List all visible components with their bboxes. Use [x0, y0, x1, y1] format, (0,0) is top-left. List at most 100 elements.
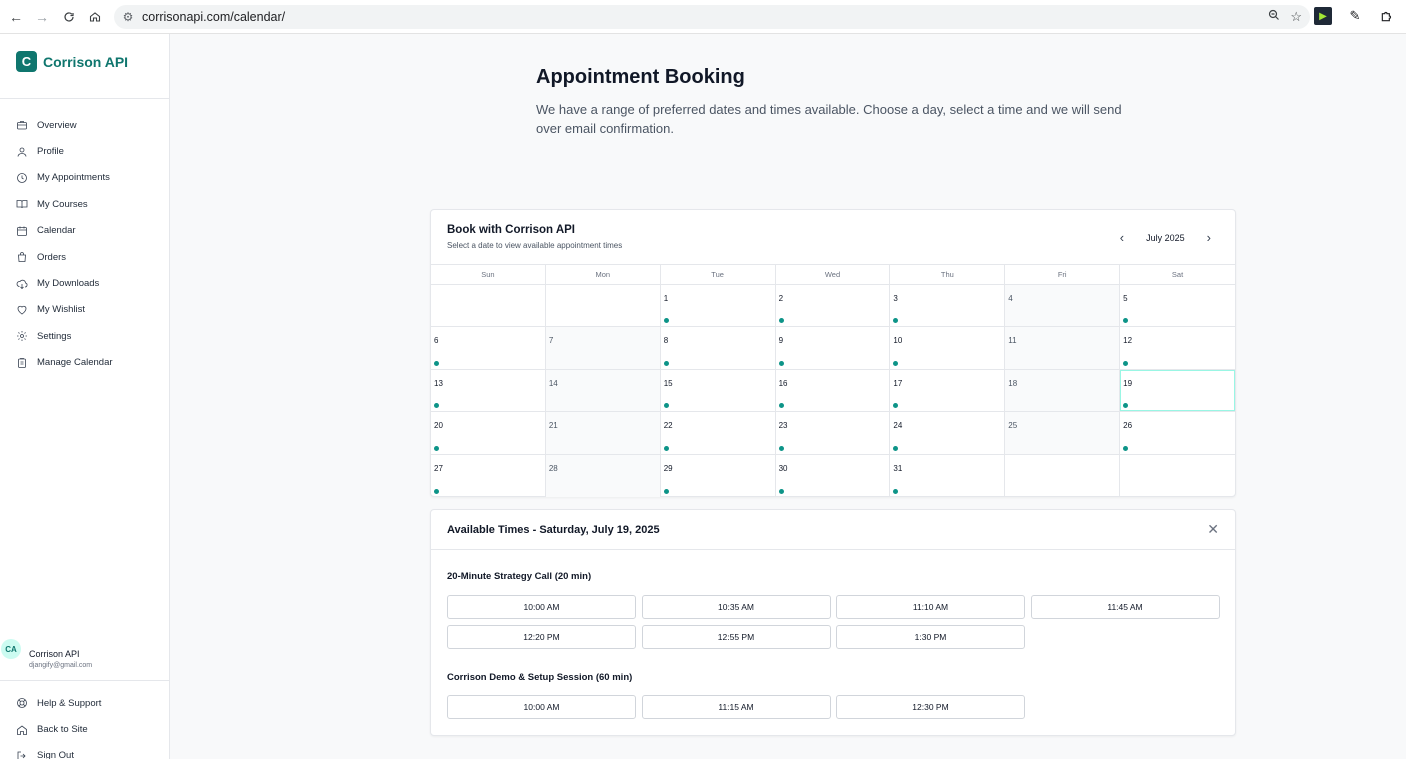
- bookmark-star-icon[interactable]: ☆: [1290, 9, 1302, 25]
- time-slot-button[interactable]: 11:15 AM: [641, 695, 831, 719]
- calendar-day[interactable]: 30: [776, 454, 891, 497]
- day-number: 9: [778, 336, 784, 346]
- calendar-day[interactable]: 3: [890, 285, 1006, 327]
- calendar-day[interactable]: 17: [890, 369, 1006, 412]
- calendar-day[interactable]: 16: [776, 369, 891, 412]
- weekday-label: Mon: [546, 265, 661, 285]
- calendar-day[interactable]: 15: [661, 369, 776, 412]
- heart-icon: [17, 305, 27, 315]
- sidebar-item-orders[interactable]: Orders: [16, 244, 113, 270]
- day-number: 29: [663, 463, 673, 473]
- time-slot-button[interactable]: 11:45 AM: [1030, 595, 1220, 619]
- calendar-day[interactable]: 9: [776, 327, 891, 369]
- time-slot-button[interactable]: 10:00 AM: [447, 695, 636, 719]
- calendar-day: 25: [1005, 412, 1121, 454]
- home-icon[interactable]: [85, 7, 105, 27]
- calendar-day[interactable]: 1: [661, 285, 776, 327]
- calendar-day: 14: [545, 369, 661, 412]
- calendar-week-row: 27 28 29 30 31: [431, 454, 1235, 497]
- calendar-day[interactable]: 13: [431, 369, 546, 412]
- eyedropper-icon[interactable]: ✎: [1346, 7, 1364, 25]
- weekday-label: Sat: [1171, 270, 1184, 279]
- calendar-title: Book with Corrison API: [447, 224, 575, 236]
- day-number: 1: [663, 294, 669, 303]
- time-slot-button[interactable]: 1:30 PM: [836, 625, 1025, 649]
- calendar-day[interactable]: 8: [661, 327, 776, 369]
- gear-icon: [17, 331, 27, 342]
- address-bar[interactable]: ⚙ corrisonapi.com/calendar/ ☆: [114, 5, 1310, 29]
- extension-play-icon[interactable]: ▶: [1314, 7, 1332, 25]
- sidebar-item-back-to-site[interactable]: Back to Site: [16, 716, 101, 742]
- calendar-week-row: 1 2 3 4 5: [431, 285, 1235, 328]
- calendar-day[interactable]: 24: [890, 412, 1006, 454]
- calendar-day[interactable]: 12: [1120, 327, 1235, 368]
- sidebar-item-my-appointments[interactable]: My Appointments: [16, 165, 113, 191]
- zoom-icon[interactable]: [1268, 9, 1280, 25]
- time-slot-button[interactable]: 12:30 PM: [836, 695, 1025, 719]
- calendar-day: 21: [545, 412, 661, 454]
- brand[interactable]: C Corrison API: [16, 51, 128, 72]
- calendar-day[interactable]: 19: [1120, 369, 1235, 412]
- close-icon[interactable]: ✕: [1207, 521, 1219, 538]
- sidebar-item-label: Back to Site: [37, 724, 88, 736]
- day-number: 3: [893, 294, 898, 303]
- service-title: 20-Minute Strategy Call (20 min): [447, 571, 592, 582]
- calendar-day[interactable]: 6: [431, 327, 546, 369]
- sidebar-item-overview[interactable]: Overview: [16, 112, 113, 138]
- calendar-day[interactable]: 2: [776, 285, 891, 327]
- sidebar-bottom-nav: Help & Support Back to Site Sign Out: [16, 690, 101, 759]
- site-info-icon[interactable]: ⚙: [114, 10, 142, 24]
- time-slot-button[interactable]: 10:00 AM: [447, 595, 636, 619]
- next-month-chevron-icon[interactable]: ›: [1207, 230, 1211, 245]
- sidebar-item-calendar[interactable]: Calendar: [16, 218, 113, 244]
- calendar-day[interactable]: 23: [776, 412, 891, 454]
- calendar-day[interactable]: 27: [431, 454, 546, 497]
- sidebar-item-label: Sign Out: [37, 750, 74, 759]
- calendar-day[interactable]: 10: [890, 327, 1006, 369]
- sidebar-item-profile[interactable]: Profile: [16, 138, 113, 164]
- day-number: 5: [1123, 294, 1128, 303]
- sidebar-item-label: My Appointments: [37, 172, 110, 184]
- calendar-day[interactable]: 31: [890, 454, 1006, 497]
- forward-arrow-icon[interactable]: →: [32, 7, 52, 27]
- sidebar-item-label: My Downloads: [37, 278, 100, 290]
- calendar-day[interactable]: 20: [431, 412, 546, 454]
- sidebar-item-my-courses[interactable]: My Courses: [16, 191, 113, 217]
- prev-month-chevron-icon[interactable]: ‹: [1120, 230, 1124, 245]
- time-slot-button[interactable]: 12:55 PM: [641, 625, 831, 649]
- sidebar-divider: [0, 680, 170, 681]
- sidebar-item-my-wishlist[interactable]: My Wishlist: [16, 297, 113, 323]
- reload-icon[interactable]: [59, 7, 79, 27]
- sidebar-item-my-downloads[interactable]: My Downloads: [16, 270, 113, 296]
- back-arrow-icon[interactable]: ←: [6, 7, 26, 27]
- time-slot-button[interactable]: 12:20 PM: [447, 625, 636, 649]
- time-slot-button[interactable]: 10:35 AM: [641, 595, 831, 619]
- sidebar-item-sign-out[interactable]: Sign Out: [16, 743, 101, 759]
- service-title: Corrison Demo & Setup Session (60 min): [447, 672, 633, 683]
- weekday-label: Thu: [890, 265, 1006, 285]
- sidebar-item-manage-calendar[interactable]: Manage Calendar: [16, 350, 113, 376]
- calendar-day[interactable]: 5: [1120, 285, 1235, 326]
- day-number: 20: [434, 421, 443, 431]
- extensions-puzzle-icon[interactable]: [1378, 7, 1396, 25]
- cloud-download-icon: [16, 279, 28, 289]
- sidebar-item-help-support[interactable]: Help & Support: [16, 690, 101, 716]
- calendar-empty-cell: [1120, 455, 1235, 497]
- calendar-icon: [17, 226, 27, 236]
- user-name: Corrison API: [29, 649, 80, 659]
- sidebar-item-settings[interactable]: Settings: [16, 323, 113, 349]
- calendar-grid: Sun Mon Tue Wed Thu Fri Sat 1 2 3 4 5 6 7 8 9 10 11 12 13 1…: [431, 264, 1235, 497]
- calendar-day[interactable]: 26: [1120, 412, 1235, 453]
- calendar-day[interactable]: 29: [661, 454, 776, 497]
- weekday-label: Wed: [776, 265, 891, 285]
- day-number: 8: [663, 336, 669, 346]
- calendar-day[interactable]: 22: [661, 412, 776, 454]
- calendar-week-row: 20 21 22 23 24 25 26: [431, 412, 1235, 455]
- time-slot-button[interactable]: 11:10 AM: [836, 595, 1025, 619]
- day-number: 30: [778, 463, 788, 473]
- day-number: 16: [778, 378, 788, 388]
- shopping-bag-icon: [18, 252, 26, 263]
- weekday-label: Fri: [1005, 265, 1121, 285]
- availability-dot: [663, 403, 669, 409]
- sidebar: C Corrison API Overview Profile My Appoi…: [0, 34, 170, 759]
